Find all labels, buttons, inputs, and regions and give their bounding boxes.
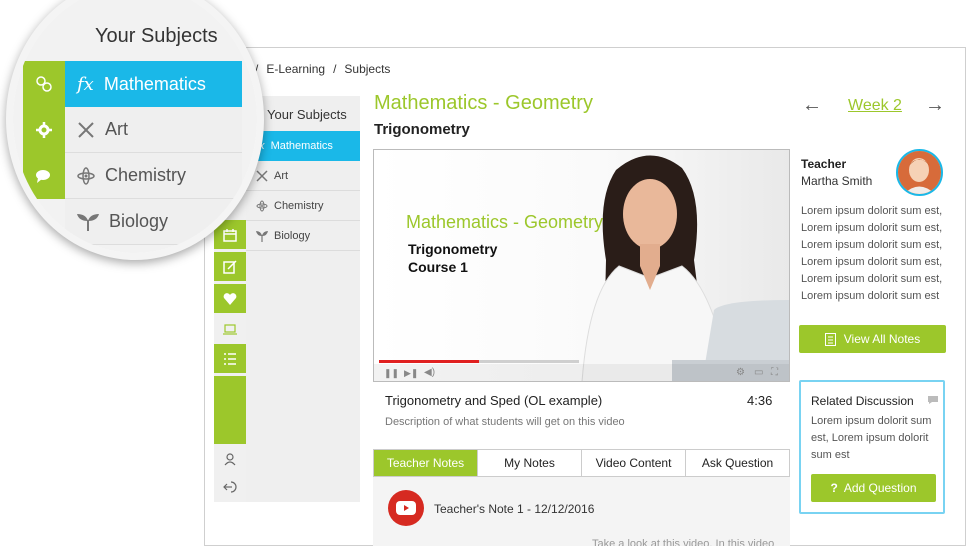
subject-label: Chemistry	[274, 199, 324, 212]
notes-icon	[824, 332, 836, 346]
magnifier-item-chemistry: Chemistry	[65, 153, 242, 199]
video-overlay-line2: Course 1	[408, 259, 468, 275]
brush-icon	[78, 121, 94, 138]
edit-icon[interactable]	[214, 252, 246, 281]
youtube-icon[interactable]	[388, 490, 424, 526]
presenter-image	[581, 155, 789, 381]
magnifier-item-biology: Biology	[65, 199, 242, 245]
teacher-description: Lorem ipsum dolorit sum est, Lorem ipsum…	[801, 205, 943, 302]
subject-label: Art	[274, 169, 289, 182]
gear-icon	[23, 107, 65, 153]
pause-icon[interactable]: ❚❚	[384, 368, 399, 379]
logout-icon[interactable]	[214, 472, 246, 501]
tab-teacher-notes[interactable]: Teacher Notes	[374, 450, 478, 476]
sprout-icon	[77, 213, 99, 231]
related-discussion-text: Lorem ipsum dolorit sum est, Lorem ipsum…	[811, 415, 932, 461]
atom-icon	[256, 200, 268, 211]
related-discussion-card: Related Discussion Lorem ipsum dolorit s…	[799, 380, 945, 514]
subject-item-art[interactable]: Art	[246, 161, 360, 191]
magnifier-item-art: Art	[65, 107, 242, 153]
tab-ask-question[interactable]: Ask Question	[686, 450, 789, 476]
chat-icon	[928, 396, 938, 404]
fullscreen-icon[interactable]: ⛶	[771, 367, 778, 378]
video-progress-fill	[379, 360, 479, 363]
avatar	[896, 149, 943, 196]
week-label[interactable]: Week 2	[848, 97, 902, 115]
magnifier-label: Art	[105, 119, 129, 139]
magnifier-subjects-title: Your Subjects	[95, 25, 218, 47]
teacher-label: Teacher	[801, 157, 847, 171]
subject-item-biology[interactable]: Biology	[246, 221, 360, 251]
video-overlay-line1: Trigonometry	[408, 241, 498, 257]
teacher-name: Martha Smith	[801, 174, 873, 188]
next-icon[interactable]: ▶❚	[404, 368, 418, 379]
question-icon: ?	[830, 481, 838, 495]
video-player[interactable]: Mathematics - Geometry Trigonometry Cour…	[373, 149, 790, 382]
chat-icon	[23, 153, 65, 199]
magnifier-label: Biology	[109, 211, 169, 231]
user-icon[interactable]	[214, 444, 246, 473]
week-prev-arrow[interactable]: ←	[802, 94, 822, 117]
view-all-notes-label: View All Notes	[843, 332, 921, 346]
breadcrumb-elearning[interactable]: E-Learning	[266, 62, 325, 76]
video-duration: 4:36	[747, 393, 773, 408]
subject-label: Biology	[274, 229, 311, 242]
page-subtitle: Trigonometry	[374, 121, 470, 138]
magnifier-label: Mathematics	[103, 73, 206, 94]
subject-item-chemistry[interactable]: Chemistry	[246, 191, 360, 221]
magnifier-callout: Your Subjects fx Mathematics Art Chemist…	[6, 0, 264, 260]
devices-icon[interactable]	[214, 314, 246, 343]
function-icon: fx	[77, 73, 94, 95]
page-title: Mathematics - Geometry	[374, 92, 593, 114]
blank-slot	[23, 199, 65, 245]
add-question-button[interactable]: ? Add Question	[811, 474, 936, 502]
sidebar-fill	[214, 376, 246, 444]
content-tabs: Teacher Notes My Notes Video Content Ask…	[373, 449, 790, 477]
video-controls: ❚❚ ▶❚ ◀) ⚙ ▭ ⛶	[374, 364, 789, 381]
molecule-icon	[23, 61, 65, 107]
sprout-icon	[256, 230, 268, 242]
week-next-arrow[interactable]: →	[925, 94, 945, 117]
subjects-title: Your Subjects	[267, 107, 347, 122]
heart-icon[interactable]	[214, 284, 246, 313]
tab-video-content[interactable]: Video Content	[582, 450, 686, 476]
settings-icon[interactable]: ⚙	[736, 367, 745, 378]
video-name: Trigonometry and Sped (OL example)	[385, 393, 603, 408]
add-question-label: Add Question	[843, 481, 917, 495]
list-icon[interactable]	[214, 344, 246, 373]
breadcrumb-subjects[interactable]: Subjects	[344, 62, 390, 76]
brush-icon	[256, 169, 268, 182]
subject-label: Mathematics	[270, 140, 333, 152]
atom-icon	[77, 166, 95, 185]
breadcrumb: / E-Learning / Subjects	[255, 62, 390, 76]
breadcrumb-separator: /	[333, 62, 337, 76]
related-discussion-title: Related Discussion	[811, 394, 914, 408]
note-title[interactable]: Teacher's Note 1 - 12/12/2016	[434, 502, 594, 516]
tab-my-notes[interactable]: My Notes	[478, 450, 582, 476]
magnifier-label: Chemistry	[105, 165, 187, 185]
magnifier-item-mathematics: fx Mathematics	[65, 61, 242, 107]
video-progress-bar[interactable]	[379, 360, 579, 363]
theater-icon[interactable]: ▭	[754, 367, 763, 378]
video-description: Description of what students will get on…	[385, 416, 625, 428]
view-all-notes-button[interactable]: View All Notes	[799, 325, 946, 353]
note-preview: Take a look at this video. In this video	[592, 538, 775, 546]
volume-icon[interactable]: ◀)	[424, 367, 435, 378]
